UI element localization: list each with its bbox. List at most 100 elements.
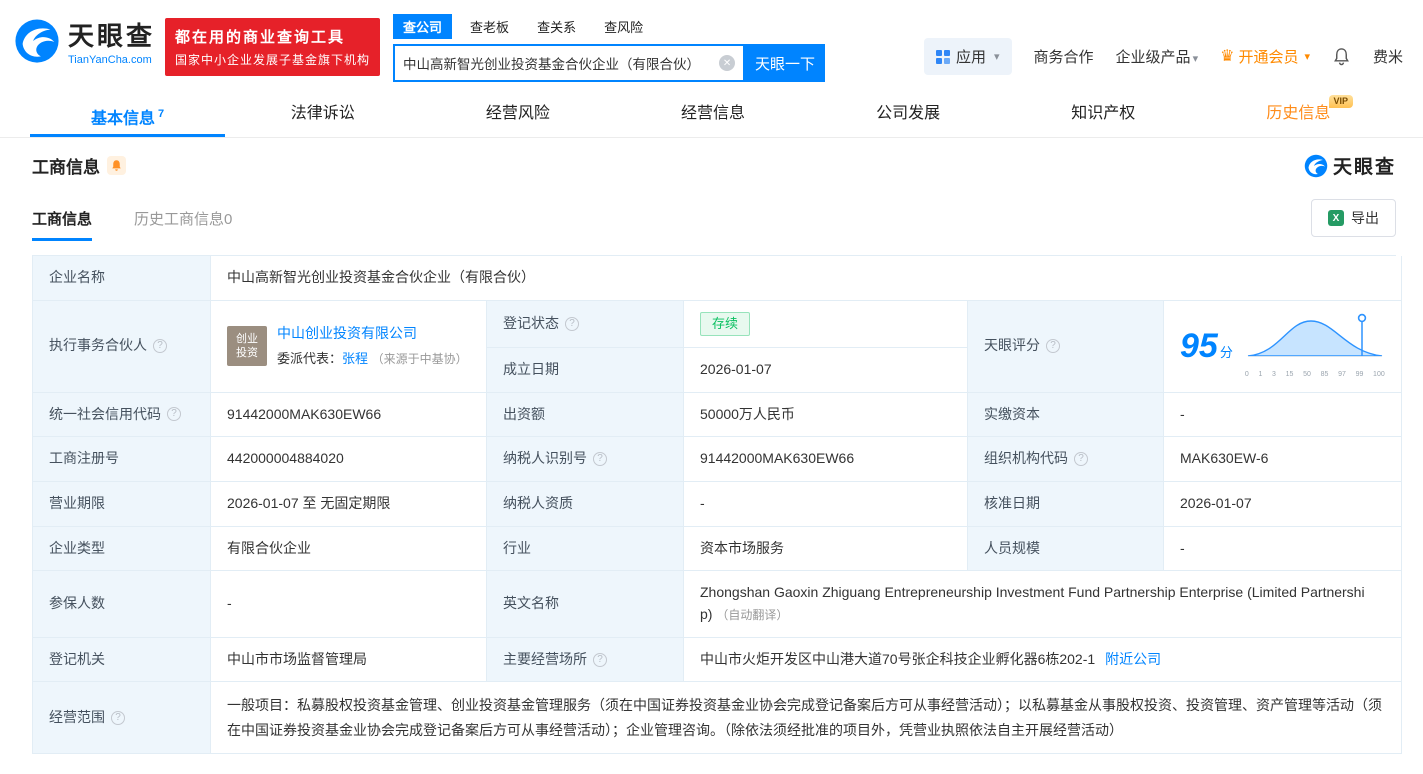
tab-basic-info[interactable]: 基本信息 7 [30,92,226,137]
brand-name: 天眼查 [68,21,156,51]
search-tab-risk[interactable]: 查风险 [594,14,653,39]
help-icon[interactable] [593,452,607,467]
help-icon[interactable] [1046,339,1060,354]
top-header: 天眼查 TianYanCha.com 都在用的商业查询工具 国家中小企业发展子基… [0,0,1423,92]
staff-size-value: - [1164,526,1402,572]
registration-authority-label: 登记机关 [33,637,211,683]
business-address-value: 中山市火炬开发区中山港大道70号张企科技企业孵化器6栋202-1 附近公司 [684,637,1402,683]
taxpayer-quality-label: 纳税人资质 [487,481,684,527]
search-tab-company[interactable]: 查公司 [393,14,453,39]
executive-partner-label: 执行事务合伙人 [33,300,211,393]
section-title: 工商信息 [32,158,100,177]
industry-value: 资本市场服务 [684,526,968,572]
menu-enterprise-products[interactable]: 企业级产品 ▾ [1116,46,1199,67]
company-name-value: 中山高新智光创业投资基金合伙企业（有限合伙） [211,256,1402,301]
insured-count-value: - [211,571,487,638]
partner-company-logo[interactable]: 创业 投资 [227,326,267,367]
subtab-business-info[interactable]: 工商信息 [32,208,93,241]
menu-user[interactable]: 费米 [1373,46,1403,67]
promo-banner: 都在用的商业查询工具 国家中小企业发展子基金旗下机构 [165,18,381,76]
tianyancha-logo-icon [15,19,59,63]
tianyan-score-label: 天眼评分 [968,300,1164,393]
tab-intellectual-property[interactable]: 知识产权 [1006,92,1201,137]
tianyancha-logo[interactable]: 天眼查 TianYanCha.com [14,16,155,66]
search-tab-relation[interactable]: 查关系 [527,14,586,39]
status-badge: 存续 [700,311,751,336]
promo-line1: 都在用的商业查询工具 [175,29,346,46]
tab-operating-risk[interactable]: 经营风险 [420,92,615,137]
top-menu: 应用 ▾ 商务合作 企业级产品 ▾ ♛ 开通会员 ▾ 费米 [923,38,1403,75]
english-name-value: Zhongshan Gaoxin Zhiguang Entrepreneursh… [684,571,1402,638]
export-button[interactable]: 导出 [1311,199,1396,237]
brand-domain: TianYanCha.com [68,54,152,66]
help-icon[interactable] [593,652,607,667]
subscribe-bell-icon[interactable] [107,156,126,175]
score-axis-labels: 0 1 3 15 50 85 97 99 100 [1244,370,1385,378]
registration-status-value: 存续 [684,300,968,348]
section-header: 工商信息 天眼查 [32,152,1396,179]
staff-size-label: 人员规模 [968,526,1164,572]
credit-code-label: 统一社会信用代码 [33,392,211,438]
apps-grid-icon [935,49,950,64]
search-input[interactable] [395,55,720,71]
business-term-value: 2026-01-07 至 无固定期限 [211,481,487,527]
tianyancha-watermark: 天眼查 [1304,152,1396,179]
rep-source: （来源于中基协） [371,351,468,366]
establish-date-label: 成立日期 [487,347,684,393]
tab-operating-info[interactable]: 经营信息 [615,92,810,137]
registration-number-value: 442000004884020 [211,437,487,482]
business-address-label: 主要经营场所 [487,637,684,683]
industry-label: 行业 [487,526,684,572]
subtab-history-business-info[interactable]: 历史工商信息0 [134,208,232,241]
open-vip-label: 开通会员 [1238,49,1299,66]
registration-number-label: 工商注册号 [33,437,211,482]
notification-bell-icon[interactable] [1332,47,1351,66]
caret-down-icon: ▾ [994,51,1000,63]
rep-label: 委派代表： [277,350,343,366]
help-icon[interactable] [565,316,579,331]
caret-down-icon: ▾ [1192,53,1199,65]
paid-capital-label: 实缴资本 [968,392,1164,438]
tab-history-info[interactable]: 历史信息 VIP [1201,92,1396,137]
menu-open-vip[interactable]: ♛ 开通会员 ▾ [1220,46,1310,67]
search-button[interactable]: 天眼一下 [745,44,826,82]
org-code-label: 组织机构代码 [968,437,1164,482]
tab-legal-litigation[interactable]: 法律诉讼 [225,92,420,137]
score-distribution-chart: 0 1 3 15 50 85 97 99 100 [1245,312,1385,381]
partner-company-link[interactable]: 中山创业投资有限公司 [277,323,468,345]
business-scope-label: 经营范围 [33,682,211,755]
apps-menu-label: 应用 [955,49,986,66]
crown-icon: ♛ [1220,47,1235,65]
menu-business-cooperation[interactable]: 商务合作 [1034,46,1094,67]
business-scope-value: 一般项目：私募股权投资基金管理、创业投资基金管理服务（须在中国证券投资基金业协会… [211,682,1402,755]
executive-partner-value: 创业 投资 中山创业投资有限公司 委派代表：张程 （来源于中基协） [211,300,487,393]
tab-basic-info-label: 基本信息 [91,110,156,128]
company-name-label: 企业名称 [33,256,211,301]
english-name-label: 英文名称 [487,571,684,638]
main-nav-tabs: 基本信息 7 法律诉讼 经营风险 经营信息 公司发展 知识产权 历史信息 VIP [0,92,1423,138]
company-type-value: 有限合伙企业 [211,526,487,572]
nearby-companies-link[interactable]: 附近公司 [1105,649,1161,671]
help-icon[interactable] [111,710,125,725]
paid-capital-value: - [1164,392,1402,438]
search-box [393,44,746,82]
enterprise-products-label: 企业级产品 [1115,49,1191,66]
taxpayer-id-label: 纳税人识别号 [487,437,684,482]
help-icon[interactable] [167,407,181,422]
business-term-label: 营业期限 [33,481,211,527]
insured-count-label: 参保人数 [33,571,211,638]
apps-menu-button[interactable]: 应用 ▾ [923,38,1012,75]
score-unit: 分 [1219,344,1233,360]
tab-company-development[interactable]: 公司发展 [811,92,1006,137]
help-icon[interactable] [153,339,167,354]
clear-search-icon[interactable] [719,55,736,71]
export-label: 导出 [1351,210,1379,226]
auto-translate-note: （自动翻译） [716,608,789,622]
org-code-value: MAK630EW-6 [1164,437,1402,482]
basic-info-count-badge: 7 [158,108,165,120]
help-icon[interactable] [1074,452,1088,467]
capital-label: 出资额 [487,392,684,438]
search-tab-boss[interactable]: 查老板 [460,14,519,39]
capital-value: 50000万人民币 [684,392,968,438]
rep-name-link[interactable]: 张程 [342,351,368,366]
